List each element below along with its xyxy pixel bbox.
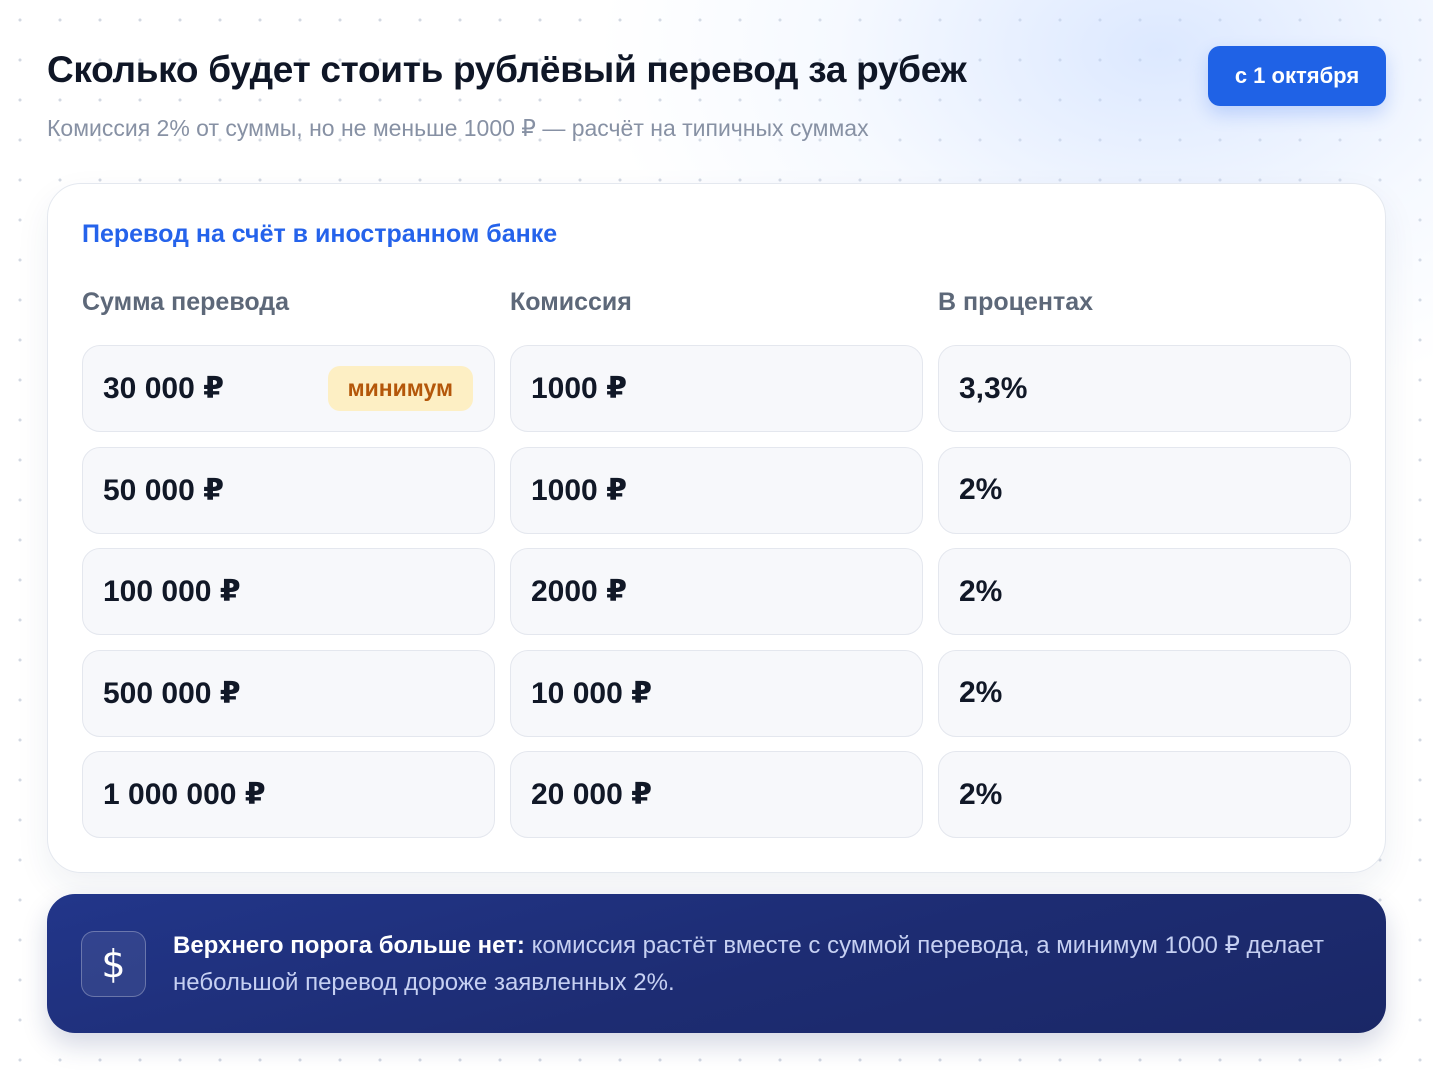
amount-value: 30 000 ₽	[103, 372, 224, 405]
amount-cell: 500 000 ₽	[82, 649, 495, 737]
minimum-tag: минимум	[327, 366, 473, 411]
page-subtitle: Комиссия 2% от суммы, но не меньше 1000 …	[47, 115, 869, 141]
commission-cell: 10 000 ₽	[510, 649, 923, 737]
commission-cell: 1000 ₽	[510, 446, 923, 534]
column-headers: Сумма перевода Комиссия В процентах	[82, 287, 1351, 317]
amount-value: 1 000 000 ₽	[103, 778, 266, 811]
percent-value: 2%	[959, 676, 1003, 709]
percent-cell: 2%	[938, 751, 1351, 838]
amount-value: 50 000 ₽	[103, 473, 224, 507]
amount-cell: 100 000 ₽	[82, 548, 495, 635]
column-header-percent: В процентах	[938, 288, 1094, 316]
commission-value: 2000 ₽	[531, 575, 627, 608]
page-title: Сколько будет стоить рублёвый перевод за…	[47, 49, 967, 90]
percent-value: 2%	[959, 777, 1003, 811]
percent-value: 3,3%	[959, 371, 1028, 405]
commission-value: 20 000 ₽	[531, 778, 652, 811]
info-banner: $ Верхнего порога больше нет: комиссия р…	[47, 894, 1386, 1033]
column-header-amount: Сумма перевода	[82, 288, 290, 316]
banner-lead: Верхнего порога больше нет:	[173, 931, 525, 959]
fees-card: Перевод на счёт в иностранном банке Сумм…	[47, 183, 1386, 873]
commission-value: 1000 ₽	[531, 372, 627, 405]
fees-table: 30 000 ₽ минимум 1000 ₽ 3,3% 50 000 ₽ 10…	[82, 345, 1351, 838]
date-badge: с 1 октября	[1208, 46, 1386, 106]
banner-text: Верхнего порога больше нет: комиссия рас…	[173, 927, 1352, 1001]
percent-cell: 2%	[938, 548, 1351, 635]
column-header-commission: Комиссия	[510, 288, 632, 316]
percent-cell: 2%	[938, 446, 1351, 534]
dollar-icon: $	[81, 930, 146, 997]
section-title: Перевод на счёт в иностранном банке	[82, 220, 558, 248]
percent-cell: 3,3%	[938, 345, 1351, 432]
page-header: Сколько будет стоить рублёвый перевод за…	[47, 46, 1386, 146]
amount-cell: 50 000 ₽	[82, 446, 495, 534]
commission-cell: 2000 ₽	[510, 548, 923, 635]
commission-cell: 1000 ₽	[510, 345, 923, 432]
commission-value: 10 000 ₽	[531, 676, 652, 710]
amount-cell: 1 000 000 ₽	[82, 751, 495, 838]
percent-value: 2%	[959, 574, 1003, 608]
amount-cell: 30 000 ₽ минимум	[82, 345, 495, 432]
percent-cell: 2%	[938, 649, 1351, 737]
amount-value: 500 000 ₽	[103, 676, 241, 710]
percent-value: 2%	[959, 473, 1003, 506]
commission-cell: 20 000 ₽	[510, 751, 923, 838]
amount-value: 100 000 ₽	[103, 575, 241, 608]
commission-value: 1000 ₽	[531, 473, 627, 507]
